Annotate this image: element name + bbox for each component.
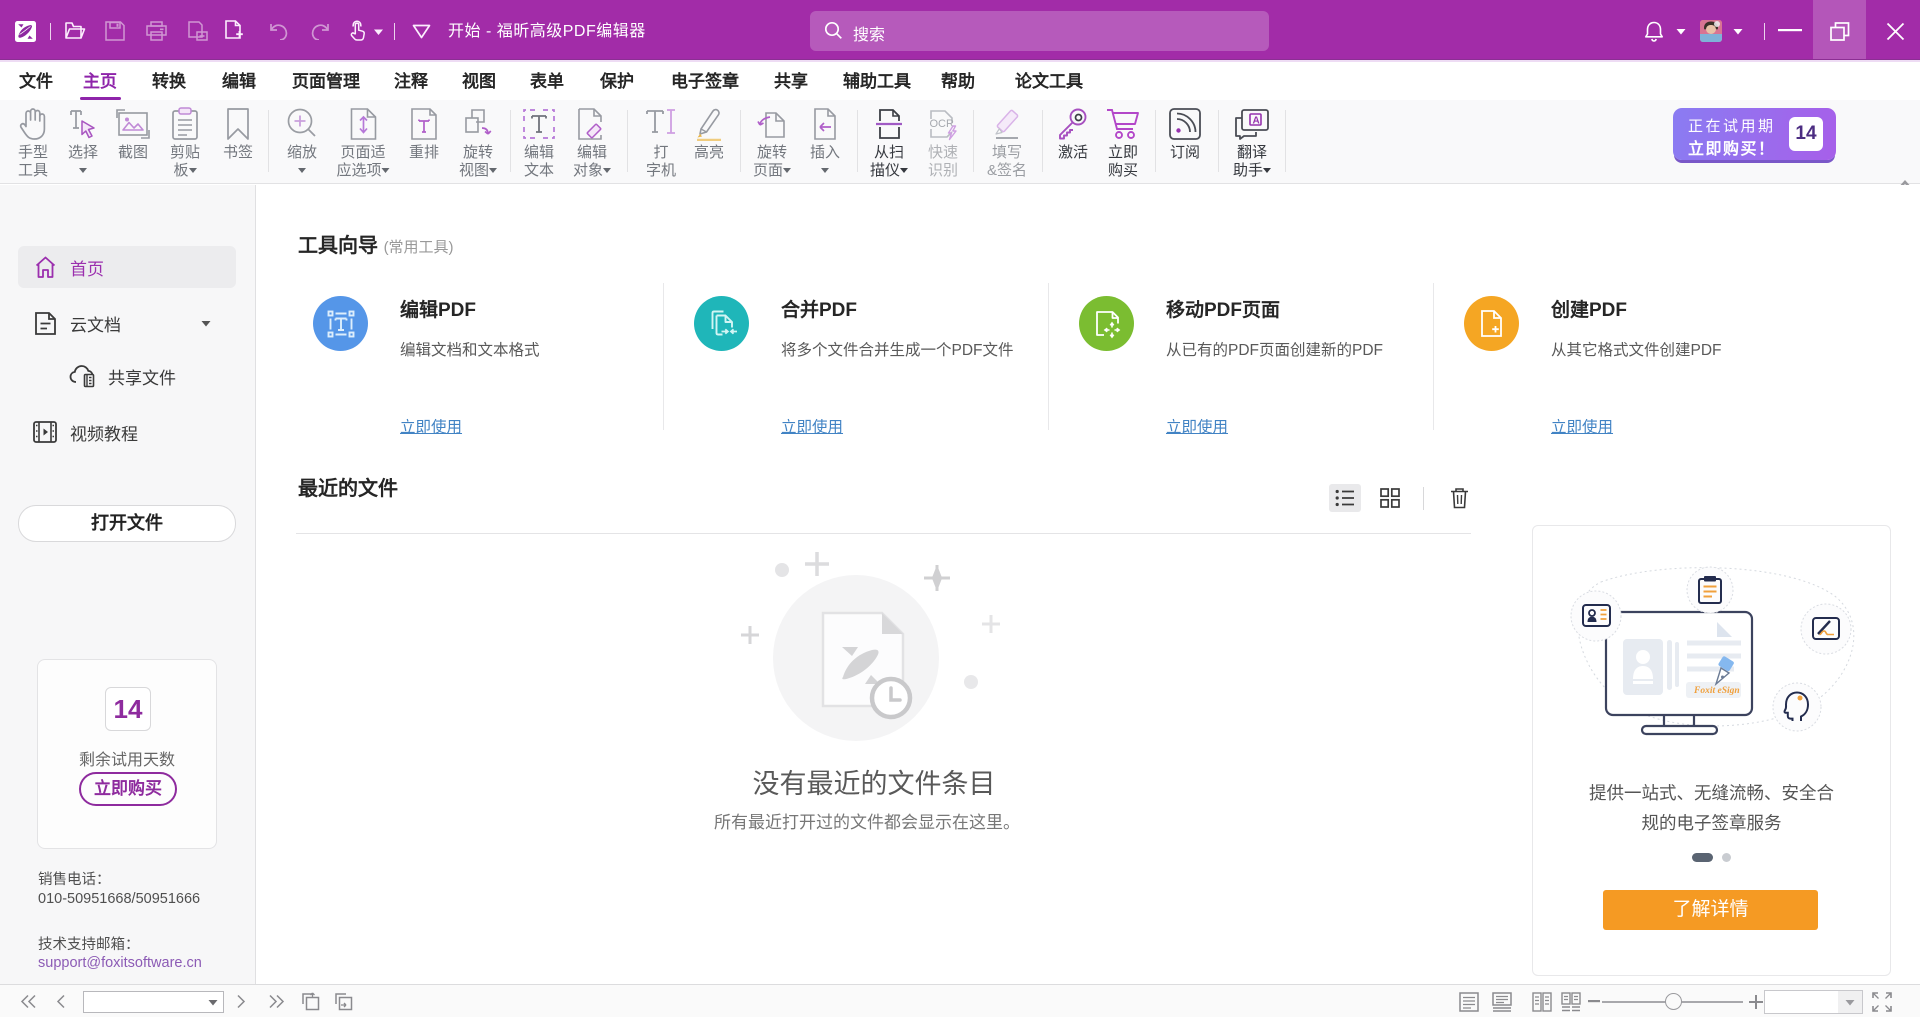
svg-text:A: A xyxy=(1252,116,1259,127)
svg-text:OCR: OCR xyxy=(930,118,955,130)
svg-text:Foxit eSign: Foxit eSign xyxy=(1693,686,1740,696)
